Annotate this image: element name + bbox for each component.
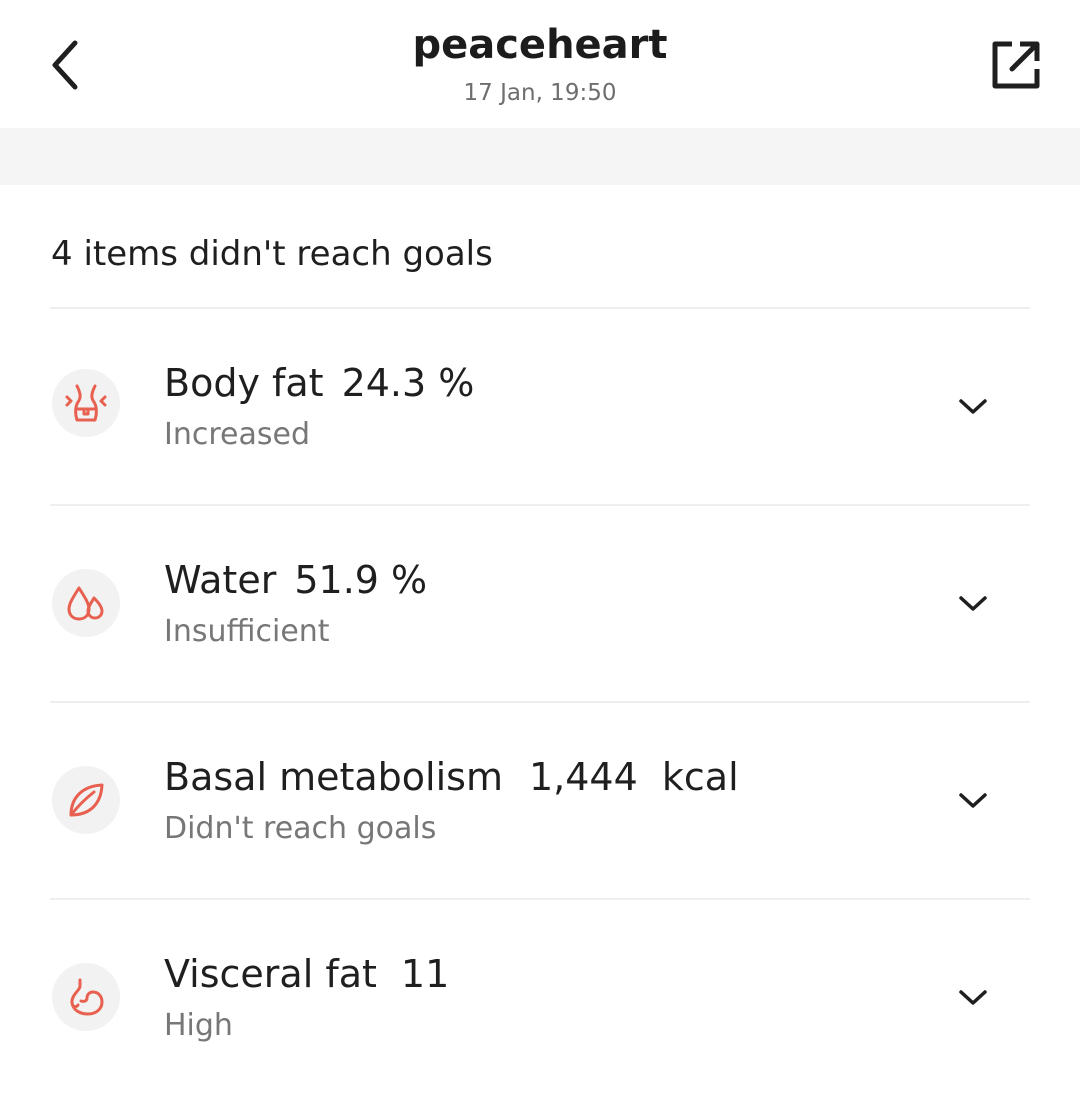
chevron-down-icon[interactable]	[948, 584, 998, 624]
item-status: High	[164, 1008, 233, 1043]
item-value: 24.3 %	[341, 361, 475, 405]
stomach-icon	[52, 963, 120, 1031]
item-status: Insufficient	[164, 614, 330, 649]
chevron-down-icon[interactable]	[948, 978, 998, 1018]
item-label: Body fat	[164, 361, 324, 405]
item-value: 51.9 %	[294, 558, 428, 602]
item-title: Visceral fat 11	[164, 952, 449, 996]
water-drops-icon	[52, 569, 120, 637]
item-label: Basal metabolism	[164, 755, 503, 799]
body-waist-icon	[52, 369, 120, 437]
item-status: Increased	[164, 417, 311, 452]
item-value: 1,444 kcal	[528, 755, 739, 799]
section-gap	[0, 128, 1080, 185]
chevron-down-icon[interactable]	[948, 781, 998, 821]
leaf-icon	[52, 766, 120, 834]
list-item-water[interactable]: Water 51.9 % Insufficient	[0, 506, 1080, 702]
timestamp: 17 Jan, 19:50	[463, 80, 617, 106]
list-item-visceral-fat[interactable]: Visceral fat 11 High	[0, 900, 1080, 1096]
chevron-down-icon[interactable]	[948, 387, 998, 427]
item-label: Visceral fat	[164, 952, 377, 996]
item-title: Body fat 24.3 %	[164, 361, 474, 405]
item-label: Water	[164, 558, 277, 602]
page-title: peaceheart	[412, 22, 668, 68]
item-title: Water 51.9 %	[164, 558, 427, 602]
share-button[interactable]	[976, 30, 1056, 100]
list-item-basal-metabolism[interactable]: Basal metabolism 1,444 kcal Didn't reach …	[0, 703, 1080, 899]
app-header: peaceheart 17 Jan, 19:50	[0, 0, 1080, 128]
list-item-body-fat[interactable]: Body fat 24.3 % Increased	[0, 309, 1080, 505]
summary-heading: 4 items didn't reach goals	[51, 234, 493, 274]
item-title: Basal metabolism 1,444 kcal	[164, 755, 739, 799]
item-status: Didn't reach goals	[164, 811, 437, 846]
item-value: 11	[400, 952, 450, 996]
share-external-icon	[992, 41, 1040, 89]
